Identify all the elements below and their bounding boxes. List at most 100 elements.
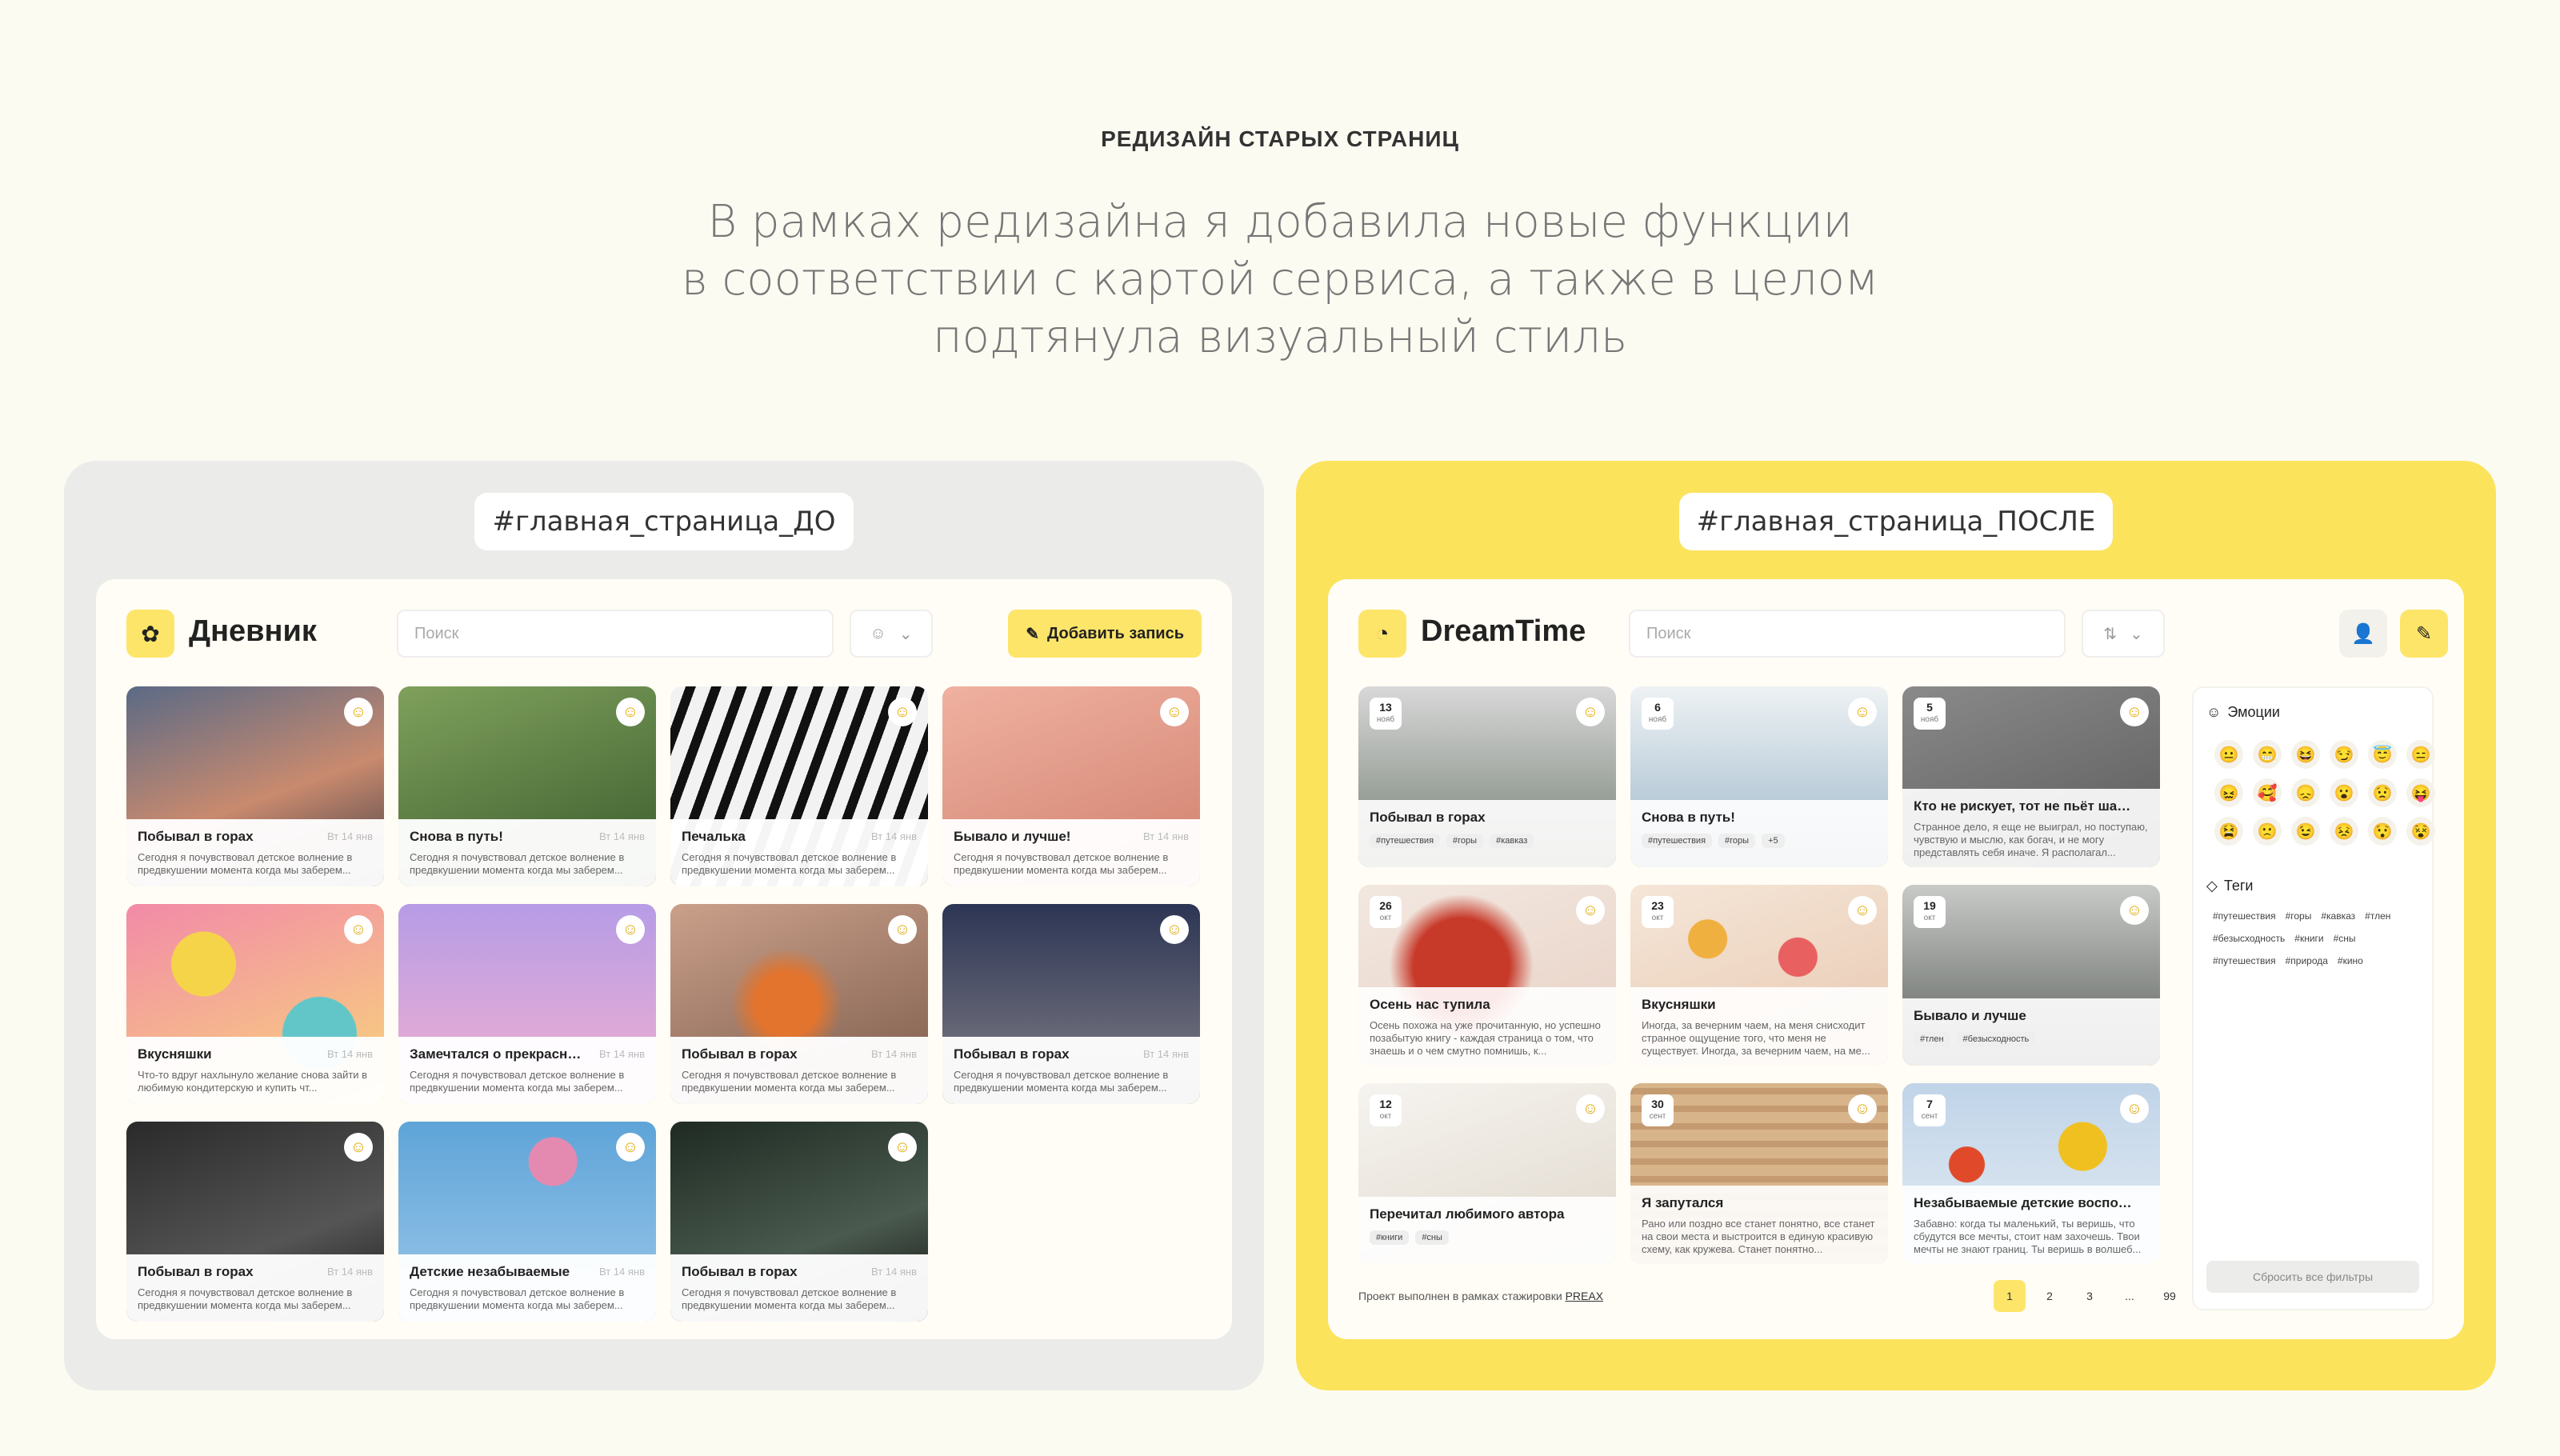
entry-card[interactable]: 5нояб ☺ Кто не рискует, тот не пьёт шампан… — [1902, 686, 2160, 867]
emotion-filter-icon[interactable]: 😣 — [2330, 817, 2358, 846]
sort-icon: ⇅ — [2103, 625, 2117, 643]
sort-select[interactable]: ⇅ ⌄ — [2082, 610, 2165, 658]
entry-card[interactable]: 6 нояб ☺ Снова в путь! #путешествия #горы +5 — [1630, 686, 1888, 867]
page-button[interactable]: 99 — [2154, 1280, 2186, 1312]
entry-card[interactable]: 13 нояб ☺ Побывал в горах #путешествия #горы #… — [1358, 686, 1616, 867]
tag-filter[interactable]: #путешествия — [2213, 955, 2276, 966]
entry-card[interactable]: ☺ Снова в путь! Вт 14 янв Сегодня я почувст… — [398, 686, 656, 886]
tag-chip[interactable]: #горы — [1718, 834, 1756, 848]
entry-month: окт — [1651, 914, 1664, 922]
profile-button[interactable]: 👤 — [2339, 610, 2387, 658]
reset-filters-button[interactable]: Сбросить все фильтры — [2206, 1261, 2419, 1293]
entry-card[interactable]: ☺ Замечтался о прекрасном Вт 14 янв Сегодня… — [398, 904, 656, 1104]
entry-card[interactable]: ☺ Печалька Вт 14 янв Сегодня я почувствовал… — [670, 686, 928, 886]
entry-card[interactable]: 7 сент ☺ Незабываемые детские воспоминания З… — [1902, 1083, 2160, 1264]
entry-info: Замечтался о прекрасном Вт 14 янв Сегодня … — [398, 1037, 656, 1104]
page-button[interactable]: 2 — [2034, 1280, 2066, 1312]
entry-title: Вкусняшки — [138, 1046, 212, 1062]
emotion-filter-icon[interactable]: 😑 — [2406, 740, 2435, 769]
emotion-filter-icon[interactable]: 😇 — [2368, 740, 2397, 769]
emotion-filter-icon[interactable]: 😯 — [2368, 817, 2397, 846]
chevron-down-icon: ⌄ — [2130, 625, 2143, 643]
page-button[interactable]: ... — [2114, 1280, 2146, 1312]
preax-link[interactable]: PREAX — [1566, 1290, 1603, 1302]
tag-chip[interactable]: #путешествия — [1642, 834, 1713, 848]
entry-card[interactable]: ☺ Бывало и лучше! Вт 14 янв Сегодня я почув… — [942, 686, 1200, 886]
entry-info: Детские незабываемые Вт 14 янв Сегодня я п… — [398, 1254, 656, 1322]
tag-filter[interactable]: #тлен — [2365, 910, 2390, 922]
entry-card[interactable]: ☺ Побывал в горах Вт 14 янв Сегодня я почув… — [126, 1122, 384, 1322]
emotion-filter-icon[interactable]: 🙁 — [2253, 817, 2282, 846]
tag-filter[interactable]: #путешествия — [2213, 910, 2276, 922]
entry-card[interactable]: 19 окт ☺ Бывало и лучше #тлен #безысходность — [1902, 885, 2160, 1066]
entry-card[interactable]: 26 окт ☺ Осень нас тупила Осень похожа на уж… — [1358, 885, 1616, 1066]
entry-card[interactable]: ☺ Вкусняшки Вт 14 янв Что-то вдруг нахлынул… — [126, 904, 384, 1104]
filters-panel: ☺ Эмоции 😐 😁 😆 😏 😇 😑 😖 🥰 😞 😮 😟 😝 😫 🙁 😉 😣 😯 😵 ◇ Теги #путеше… — [2192, 686, 2435, 1310]
emotion-icon: ☺ — [888, 698, 917, 726]
emotion-filter-icon[interactable]: 😐 — [2214, 740, 2243, 769]
emotion-icon: ☺ — [616, 915, 645, 944]
entry-card[interactable]: 12 окт ☺ Перечитал любимого автора #книги #сн… — [1358, 1083, 1616, 1264]
tag-chip[interactable]: #путешествия — [1370, 834, 1441, 848]
entry-excerpt: Сегодня я почувствовал детское волнение … — [138, 851, 353, 876]
add-entry-button[interactable]: ✎ Добавить запись — [1008, 610, 1202, 658]
entry-date: Вт 14 янв — [326, 830, 373, 842]
tags-list: #путешествия #горы #кавказ #тлен #безысходно… — [2206, 910, 2419, 966]
emotion-filter-icon[interactable]: 😮 — [2330, 778, 2358, 807]
tag-chip[interactable]: #безысходность — [1956, 1032, 2036, 1046]
tag-chip[interactable]: #книги — [1370, 1230, 1410, 1245]
entry-card[interactable]: ☺ Побывал в горах Вт 14 янв Сегодня я почув… — [942, 904, 1200, 1104]
entry-card[interactable]: ☺ Побывал в горах Вт 14 янв Сегодня я почув… — [670, 1122, 928, 1322]
entry-date: Вт 14 янв — [870, 830, 917, 842]
tag-chip[interactable]: #тлен — [1914, 1032, 1950, 1046]
emotion-filter-icon[interactable]: 😏 — [2330, 740, 2358, 769]
entry-excerpt: Сегодня я почувствовал детское волнение … — [954, 851, 1169, 876]
emotion-filter-icon[interactable]: 😟 — [2368, 778, 2397, 807]
entry-excerpt: Сегодня я почувствовал детское волнение … — [410, 1069, 625, 1094]
tag-filter[interactable]: #природа — [2286, 955, 2328, 966]
tag-chip[interactable]: #кавказ — [1490, 834, 1534, 848]
entry-card[interactable]: ☺ Побывал в горах Вт 14 янв Сегодня я почув… — [126, 686, 384, 886]
page-button[interactable]: 1 — [1994, 1280, 2026, 1312]
entry-card[interactable]: ☺ Побывал в горах Вт 14 янв Сегодня я почув… — [670, 904, 928, 1104]
entry-month: окт — [1379, 1112, 1392, 1121]
entry-title: Перечитал любимого автора — [1370, 1206, 1565, 1222]
tag-filter[interactable]: #кино — [2338, 955, 2363, 966]
emotion-filter-icon[interactable]: 😫 — [2214, 817, 2243, 846]
tag-filter[interactable]: #горы — [2286, 910, 2312, 922]
tag-filter[interactable]: #кавказ — [2321, 910, 2355, 922]
entry-card[interactable]: 30 сент ☺ Я запутался Рано или поздно все ст… — [1630, 1083, 1888, 1264]
entry-title: Побывал в горах — [682, 1264, 798, 1279]
emotion-filter-icon[interactable]: 😵 — [2406, 817, 2435, 846]
entry-day: 26 — [1379, 899, 1392, 912]
emotion-filter-icon[interactable]: 🥰 — [2253, 778, 2282, 807]
lead-text: В рамках редизайна я добавила новые функ… — [681, 196, 1879, 363]
entry-title: Бывало и лучше! — [954, 829, 1071, 844]
emotion-filter-icon[interactable]: 😁 — [2253, 740, 2282, 769]
emotion-select[interactable]: ☺ ⌄ — [850, 610, 933, 658]
emotions-heading: ☺ Эмоции — [2206, 704, 2280, 720]
page-button[interactable]: 3 — [2074, 1280, 2106, 1312]
emotion-filter-icon[interactable]: 😆 — [2291, 740, 2320, 769]
tag-filter[interactable]: #сны — [2334, 933, 2356, 944]
entry-date: Вт 14 янв — [1142, 830, 1189, 842]
entry-card[interactable]: ☺ Детские незабываемые Вт 14 янв Сегодня я … — [398, 1122, 656, 1322]
emotion-filter-icon[interactable]: 😝 — [2406, 778, 2435, 807]
search-input[interactable]: Поиск — [397, 610, 834, 658]
tag-chip[interactable]: #горы — [1446, 834, 1484, 848]
emotion-filter-icon[interactable]: 😞 — [2291, 778, 2320, 807]
tag-chip[interactable]: #сны — [1415, 1230, 1449, 1245]
entry-card[interactable]: 23 окт ☺ Вкусняшки Иногда, за вечерним чаем,… — [1630, 885, 1888, 1066]
entry-date: Вт 14 янв — [870, 1266, 917, 1278]
entry-tags: #путешествия #горы #кавказ — [1370, 834, 1605, 848]
emotion-filter-icon[interactable]: 😖 — [2214, 778, 2243, 807]
entry-day: 12 — [1379, 1098, 1392, 1110]
entry-excerpt: Осень похожа на уже прочитанную, но успе… — [1370, 1019, 1601, 1057]
tag-filter[interactable]: #книги — [2294, 933, 2323, 944]
emotion-filter-icon[interactable]: 😉 — [2291, 817, 2320, 846]
entry-excerpt: Сегодня я почувствовал детское волнение … — [410, 1286, 625, 1311]
tag-filter[interactable]: #безысходность — [2213, 933, 2285, 944]
new-entry-button[interactable]: ✎ — [2400, 610, 2448, 658]
tag-chip[interactable]: +5 — [1762, 834, 1785, 848]
search-input[interactable]: Поиск — [1629, 610, 2066, 658]
